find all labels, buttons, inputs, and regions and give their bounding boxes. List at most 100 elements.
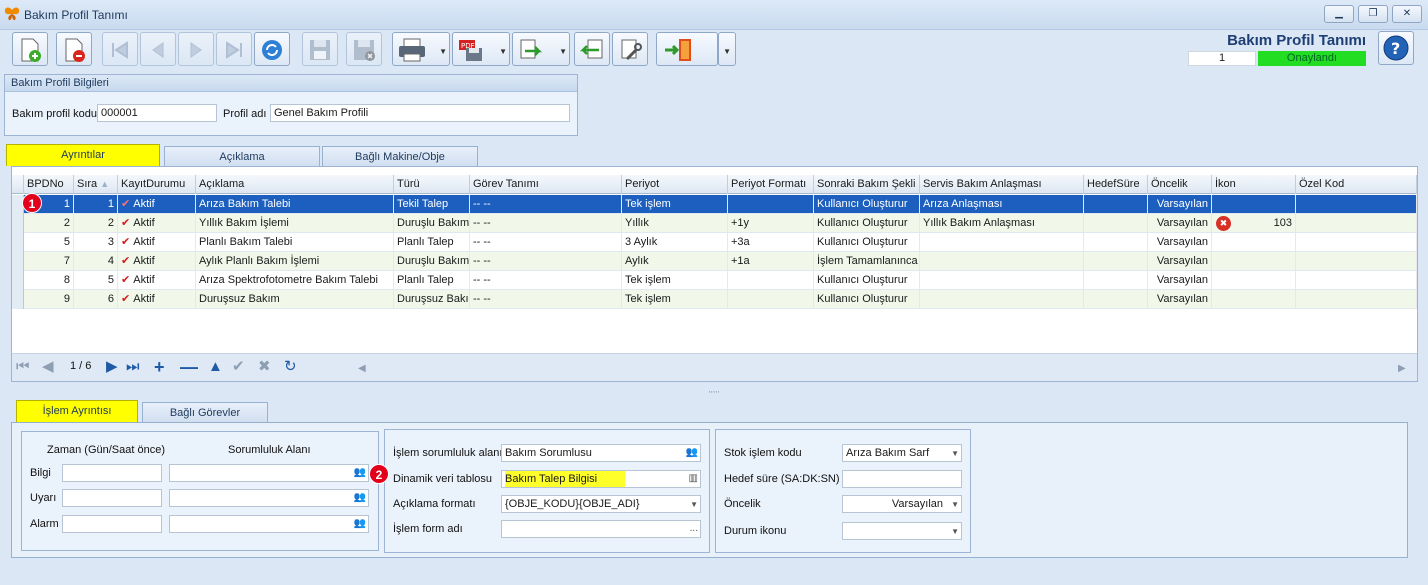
close-button[interactable]: ✕ [1392, 5, 1422, 23]
cell-sonraki[interactable]: Kullanıcı Oluşturur [814, 271, 920, 290]
cell-format[interactable] [728, 195, 814, 214]
cell-format[interactable]: +1a [728, 252, 814, 271]
cell-hedef[interactable] [1084, 214, 1148, 233]
cell-hedef[interactable] [1084, 195, 1148, 214]
cell-turu[interactable]: Duruşlu Bakım [394, 214, 470, 233]
column-header-sonraki[interactable]: Sonraki Bakım Şekli [814, 175, 920, 194]
table-row[interactable]: 8 5 ✔ Aktif Arıza Spektrofotometre Bakım Ta… [12, 271, 1417, 290]
cell-ozel[interactable] [1296, 195, 1417, 214]
column-header-oncelik[interactable]: Öncelik [1148, 175, 1212, 194]
cell-ozel[interactable] [1296, 233, 1417, 252]
exit-button[interactable] [656, 32, 718, 66]
cell-ikon[interactable] [1212, 290, 1296, 309]
help-button[interactable]: ? [1378, 31, 1414, 65]
profile-code-field[interactable]: 000001 [97, 104, 217, 122]
description-format-field[interactable]: {OBJE_KODU}{OBJE_ADI} ▼ [501, 495, 701, 513]
cell-gorev[interactable]: -- -- [470, 195, 622, 214]
cell-format[interactable] [728, 290, 814, 309]
previous-record-button[interactable] [140, 32, 176, 66]
minimize-button[interactable]: ▁ [1324, 5, 1354, 23]
cell-servis[interactable] [920, 252, 1084, 271]
cell-periyot[interactable]: Yıllık [622, 214, 728, 233]
cell-hedef[interactable] [1084, 290, 1148, 309]
tab-description[interactable]: Açıklama [164, 146, 320, 168]
info-time-field[interactable] [62, 464, 162, 482]
cell-servis[interactable] [920, 271, 1084, 290]
cell-turu[interactable]: Tekil Talep [394, 195, 470, 214]
cell-oncelik[interactable]: Varsayılan [1148, 214, 1212, 233]
warning-responsibility-field[interactable]: 👥 [169, 489, 369, 507]
cell-sira[interactable]: 6 [74, 290, 118, 309]
column-header-turu[interactable]: Türü [394, 175, 470, 194]
cell-turu[interactable]: Duruşlu Bakım [394, 252, 470, 271]
row-indicator[interactable] [12, 252, 24, 271]
cell-ozel[interactable] [1296, 271, 1417, 290]
column-header-periyot[interactable]: Periyot [622, 175, 728, 194]
cell-bpdno[interactable]: 5 [24, 233, 74, 252]
nav-cancel-icon[interactable]: ✖ [258, 359, 271, 375]
cell-aciklama[interactable]: Aylık Planlı Bakım İşlemi [196, 252, 394, 271]
cell-format[interactable]: +1y [728, 214, 814, 233]
cell-aciklama[interactable]: Yıllık Bakım İşlemi [196, 214, 394, 233]
column-header-ozel[interactable]: Özel Kod [1296, 175, 1417, 194]
form-name-field[interactable]: ... [501, 520, 701, 538]
first-record-button[interactable] [102, 32, 138, 66]
ellipsis-button[interactable]: ... [690, 521, 698, 537]
cell-periyot[interactable]: Aylık [622, 252, 728, 271]
table-row[interactable]: 1 1 ✔ Aktif Arıza Bakım Talebi Tekil Talep --… [12, 195, 1417, 214]
cell-oncelik[interactable]: Varsayılan [1148, 233, 1212, 252]
chevron-down-icon[interactable]: ▼ [951, 497, 959, 512]
cell-sonraki[interactable]: Kullanıcı Oluşturur [814, 214, 920, 233]
row-indicator[interactable] [12, 271, 24, 290]
column-header-format[interactable]: Periyot Formatı [728, 175, 814, 194]
tools-button[interactable] [612, 32, 648, 66]
cell-ozel[interactable] [1296, 252, 1417, 271]
cell-hedef[interactable] [1084, 271, 1148, 290]
cell-aciklama[interactable]: Duruşsuz Bakım [196, 290, 394, 309]
nav-next-icon[interactable]: ▶ [106, 359, 118, 375]
cell-hedef[interactable] [1084, 252, 1148, 271]
import-button[interactable] [574, 32, 610, 66]
responsibility-area-field[interactable]: Bakım Sorumlusu 👥 [501, 444, 701, 462]
cell-aciklama[interactable]: Arıza Bakım Talebi [196, 195, 394, 214]
chevron-down-icon[interactable]: ▼ [951, 524, 959, 539]
column-header-ikon[interactable]: İkon [1212, 175, 1296, 194]
tab-linked-machines[interactable]: Bağlı Makine/Obje [322, 146, 478, 168]
warning-time-field[interactable] [62, 489, 162, 507]
chevron-down-icon[interactable]: ▼ [690, 497, 698, 512]
cell-bpdno[interactable]: 2 [24, 214, 74, 233]
cell-gorev[interactable]: -- -- [470, 252, 622, 271]
cell-oncelik[interactable]: Varsayılan [1148, 252, 1212, 271]
row-indicator[interactable] [12, 214, 24, 233]
column-header-hedef[interactable]: HedefSüre [1084, 175, 1148, 194]
tab-details[interactable]: Ayrıntılar [6, 144, 160, 166]
column-header-gorev[interactable]: Görev Tanımı [470, 175, 622, 194]
cell-oncelik[interactable]: Varsayılan [1148, 290, 1212, 309]
column-header-aciklama[interactable]: Açıklama [196, 175, 394, 194]
cell-sonraki[interactable]: İşlem Tamamlanınca [814, 252, 920, 271]
chevron-down-icon[interactable]: ▼ [951, 446, 959, 461]
print-button[interactable]: ▼ [392, 32, 450, 66]
users-icon[interactable]: 👥 [354, 490, 366, 506]
new-record-button[interactable] [12, 32, 48, 66]
save-button[interactable] [302, 32, 338, 66]
cell-durum[interactable]: ✔ Aktif [118, 290, 196, 309]
status-icon-field[interactable]: ▼ [842, 522, 962, 540]
cell-turu[interactable]: Planlı Talep [394, 233, 470, 252]
tab-linked-tasks[interactable]: Bağlı Görevler [142, 402, 268, 424]
table-row[interactable]: 2 2 ✔ Aktif Yıllık Bakım İşlemi Duruşlu Bakı… [12, 214, 1417, 233]
nav-first-icon[interactable]: ⏮ [16, 359, 30, 375]
nav-confirm-icon[interactable]: ✔ [232, 359, 245, 375]
column-header-durum[interactable]: KayıtDurumu [118, 175, 196, 194]
nav-last-icon[interactable]: ⏭ [126, 359, 140, 375]
tab-process-details[interactable]: İşlem Ayrıntısı [16, 400, 138, 422]
cell-servis[interactable] [920, 290, 1084, 309]
cell-ozel[interactable] [1296, 214, 1417, 233]
cell-periyot[interactable]: Tek işlem [622, 195, 728, 214]
cell-aciklama[interactable]: Arıza Spektrofotometre Bakım Talebi [196, 271, 394, 290]
splitter-handle[interactable]: ,,,,, [0, 386, 1428, 394]
export-pdf-button[interactable]: PDF ▼ [452, 32, 510, 66]
restore-button[interactable]: ❐ [1358, 5, 1388, 23]
cell-servis[interactable]: Yıllık Bakım Anlaşması [920, 214, 1084, 233]
cell-bpdno[interactable]: 9 [24, 290, 74, 309]
